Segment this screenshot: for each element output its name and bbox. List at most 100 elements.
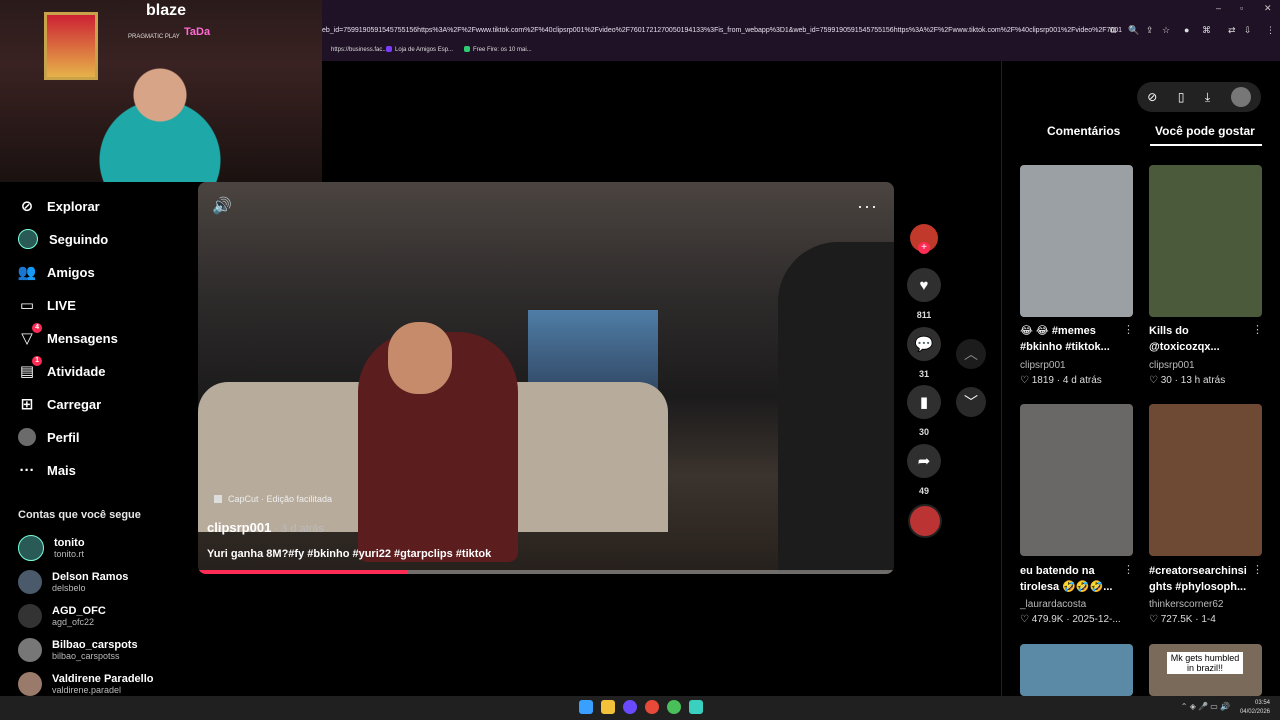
download-icon[interactable]: ⤓: [1205, 90, 1210, 105]
taskbar-clock[interactable]: 03:54 04/02/2026: [1240, 699, 1270, 717]
avatar: [18, 535, 44, 561]
windows-start-icon[interactable]: [579, 700, 593, 714]
more-vertical-icon[interactable]: ⋮: [1123, 563, 1134, 576]
recommended-video-thumbnail[interactable]: [1149, 404, 1262, 556]
extension-icon[interactable]: ●: [1184, 25, 1189, 35]
comment-icon[interactable]: 💬: [907, 327, 941, 361]
bookmark-item[interactable]: https://business.fac...: [322, 43, 387, 57]
recommended-video-title[interactable]: #creatorsearchinsi ghts #phylosoph...: [1149, 563, 1262, 595]
user-avatar[interactable]: [1230, 87, 1251, 107]
system-tray[interactable]: ⌃ ◈ 🎤 ▭ 🔊: [1181, 702, 1230, 711]
nav-live[interactable]: ▭ LIVE: [18, 293, 76, 317]
thumbnail-overlay-text: Mk gets humbled in brazil!!: [1167, 652, 1243, 674]
discord-icon[interactable]: [623, 700, 637, 714]
following-account[interactable]: tonito tonito.rt: [18, 532, 85, 564]
close-window-button[interactable]: ✕: [1264, 3, 1272, 14]
following-account[interactable]: AGD_OFC agd_ofc22: [18, 600, 106, 632]
puzzle-icon[interactable]: ⌘: [1202, 25, 1211, 36]
nav-amigos[interactable]: 👥 Amigos: [18, 260, 95, 284]
heart-icon[interactable]: ♥: [907, 268, 941, 302]
recommended-video-title[interactable]: Kills do @toxicozqx...: [1149, 323, 1262, 355]
active-tab-indicator: [1150, 144, 1262, 146]
nav-atividade[interactable]: ▤ 1 Atividade: [18, 356, 106, 383]
minimize-button[interactable]: –: [1216, 3, 1221, 13]
bookmark-icon[interactable]: ▮: [907, 385, 941, 419]
maximize-button[interactable]: ▫: [1240, 3, 1243, 13]
nav-perfil[interactable]: Perfil: [18, 425, 80, 449]
video-scene-head: [388, 322, 452, 394]
share-action[interactable]: ➦ 49: [906, 444, 942, 496]
recommended-video-author[interactable]: clipsrp001: [1020, 360, 1133, 371]
like-action[interactable]: ♥ 811: [906, 268, 942, 320]
browser-toolbar: – ▫ ✕ eb_id=7599190591545755156https%3A%…: [322, 0, 1280, 61]
nav-mensagens[interactable]: ▽ 4 Mensagens: [18, 323, 118, 350]
capcut-tag[interactable]: CapCut · Edição facilitada: [214, 494, 332, 504]
share-icon[interactable]: ⇪: [1146, 25, 1154, 36]
video-author[interactable]: clipsrp001 · 3 d atrás: [207, 520, 324, 535]
bookmark-favicon: [464, 46, 470, 53]
chrome-icon[interactable]: [645, 700, 659, 714]
tab-you-may-like[interactable]: Você pode gostar: [1155, 124, 1255, 138]
save-action[interactable]: ▮ 30: [906, 385, 942, 437]
activity-icon: ▤ 1: [18, 356, 42, 380]
bookmark-star-icon[interactable]: ☆: [1162, 25, 1170, 36]
media-icon[interactable]: ⇄: [1228, 25, 1236, 36]
recommended-video-author[interactable]: thinkerscorner62: [1149, 599, 1262, 610]
recommended-video-stats: ♡ 1819 · 4 d atrás: [1020, 375, 1102, 386]
following-account[interactable]: Delson Ramos delsbelo: [18, 566, 128, 598]
nav-explorar[interactable]: ⊘ Explorar: [18, 194, 100, 218]
recommended-video-thumbnail[interactable]: [1020, 165, 1133, 317]
next-video-button[interactable]: ﹀: [956, 387, 986, 417]
sound-avatar[interactable]: [908, 504, 942, 538]
browser-icon[interactable]: [667, 700, 681, 714]
volume-icon[interactable]: 🔊: [212, 196, 232, 216]
previous-video-button[interactable]: ︿: [956, 339, 986, 369]
messages-icon: ▽ 4: [18, 323, 42, 347]
download-icon[interactable]: ⇩: [1244, 25, 1252, 36]
tada-logo: TaDa: [184, 26, 211, 38]
wall-poster: [44, 12, 98, 80]
bookmark-favicon: [322, 46, 328, 52]
recommended-video-author[interactable]: _laurardacosta: [1020, 599, 1133, 610]
pragmatic-logo: PRAGMATIC PLAY: [128, 34, 180, 40]
comment-action[interactable]: 💬 31: [906, 327, 942, 379]
menu-icon[interactable]: ⋮: [1266, 25, 1275, 36]
profile-icon: [18, 428, 36, 446]
nav-mais[interactable]: ··· Mais: [18, 458, 76, 482]
avatar: [18, 604, 42, 628]
video-player[interactable]: 🔊 ··· CapCut · Edição facilitada clipsrp…: [198, 182, 894, 574]
avatar: [18, 672, 42, 696]
recommended-video-title[interactable]: 😂 😂 #memes #bkinho #tiktok...: [1020, 323, 1133, 355]
more-options-icon[interactable]: ···: [857, 196, 878, 217]
bookmark-favicon: [386, 46, 392, 53]
tab-comments[interactable]: Comentários: [1047, 124, 1120, 138]
progress-fill: [198, 570, 407, 574]
more-vertical-icon[interactable]: ⋮: [1123, 323, 1134, 336]
recommended-video-author[interactable]: clipsrp001: [1149, 360, 1262, 371]
bookmark-item[interactable]: Loja de Amigos Esp...: [386, 43, 453, 57]
phone-icon[interactable]: ▯: [1178, 90, 1185, 104]
messages-badge: 4: [32, 323, 42, 333]
share-arrow-icon[interactable]: ➦: [907, 444, 941, 478]
more-vertical-icon[interactable]: ⋮: [1252, 323, 1263, 336]
following-header: Contas que você segue: [18, 509, 141, 521]
nav-seguindo[interactable]: Seguindo: [18, 227, 108, 251]
video-caption: Yuri ganha 8M?#fy #bkinho #yuri22 #gtarp…: [207, 548, 492, 560]
notes-icon[interactable]: [689, 700, 703, 714]
address-bar[interactable]: eb_id=7599190591545755156https%3A%2F%2Fw…: [322, 22, 1122, 40]
more-vertical-icon[interactable]: ⋮: [1252, 563, 1263, 576]
recommended-video-thumbnail[interactable]: [1149, 165, 1262, 317]
blaze-logo: blaze: [146, 2, 187, 19]
following-account[interactable]: Bilbao_carspots bilbao_carspotss: [18, 634, 138, 666]
file-explorer-icon[interactable]: [601, 700, 615, 714]
recommended-video-title[interactable]: eu batendo na tirolesa 🤣🤣🤣...: [1020, 563, 1133, 595]
recommended-video-thumbnail[interactable]: [1020, 404, 1133, 556]
follow-plus-icon[interactable]: +: [918, 242, 930, 254]
copy-icon[interactable]: ⧉: [1110, 25, 1116, 36]
recommended-video-thumbnail[interactable]: [1020, 644, 1133, 696]
bookmark-item[interactable]: Free Fire: os 10 mai...: [464, 43, 532, 57]
zoom-icon[interactable]: 🔍: [1128, 25, 1139, 36]
recommended-video-thumbnail[interactable]: Mk gets humbled in brazil!!: [1149, 644, 1262, 696]
nav-carregar[interactable]: ⊞ Carregar: [18, 392, 102, 416]
compass-icon[interactable]: ⊘: [1147, 90, 1157, 104]
